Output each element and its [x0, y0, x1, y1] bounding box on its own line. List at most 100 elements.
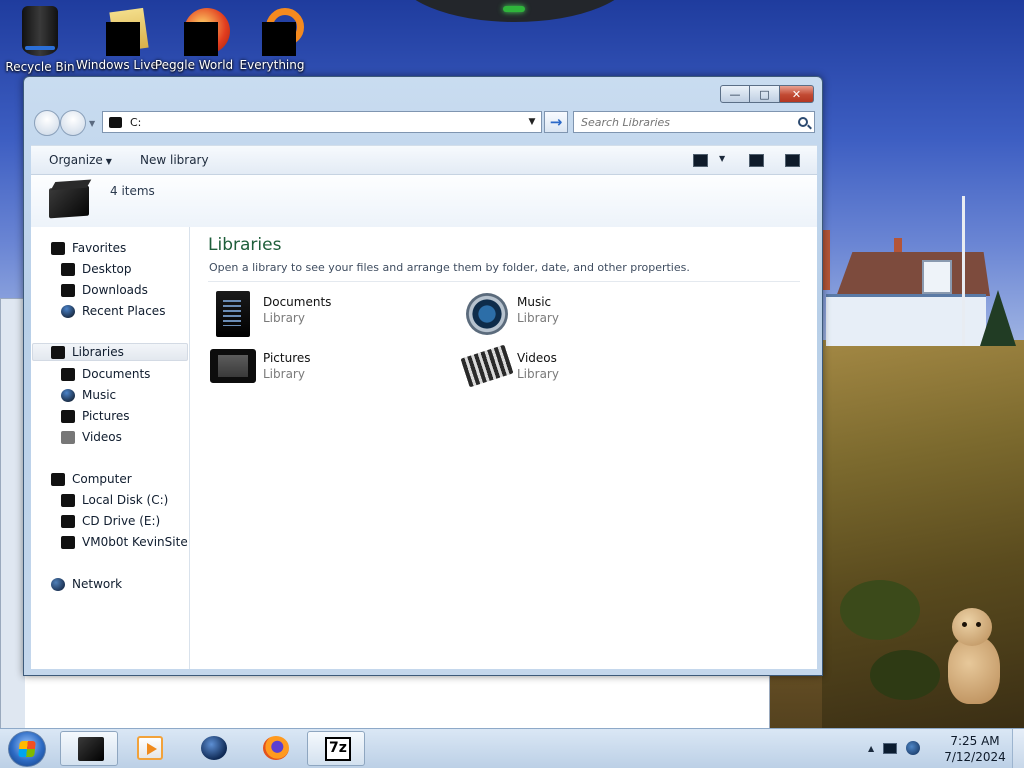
gopher-mascot — [940, 606, 1002, 706]
show-hidden-icons-arrow-icon[interactable]: ▲ — [868, 744, 874, 753]
command-bar: Organize ▼ New library ▼ — [31, 145, 817, 175]
music-library-icon — [464, 291, 508, 339]
details-header: 4 items — [31, 175, 817, 227]
explorer-icon — [78, 737, 104, 761]
windows-live-icon — [96, 6, 149, 56]
libraries-icon — [51, 345, 65, 359]
nav-downloads[interactable]: Downloads — [61, 281, 148, 299]
media-player-icon — [137, 736, 163, 760]
network-icon — [51, 577, 65, 591]
nav-libraries[interactable]: Libraries — [32, 343, 188, 361]
page-title: Libraries — [208, 235, 282, 255]
clock-time: 7:25 AM — [950, 734, 1000, 748]
documents-library-icon — [210, 291, 254, 339]
desktop-icon-peggle-world[interactable]: Peggle World — [154, 4, 234, 72]
new-library-button[interactable]: New library — [140, 153, 209, 167]
start-button[interactable] — [8, 731, 46, 767]
shrub — [840, 580, 920, 640]
library-item-pictures[interactable]: Pictures Library — [210, 347, 450, 397]
search-box[interactable] — [573, 111, 815, 133]
videos-library-icon — [460, 344, 514, 395]
window-controls: — □ ✕ — [720, 85, 814, 103]
change-view-icon[interactable] — [693, 154, 708, 167]
chevron-down-icon: ▼ — [105, 157, 112, 166]
taskbar-7zip[interactable]: 7z — [307, 731, 365, 766]
nav-computer[interactable]: Computer — [51, 470, 132, 488]
view-options-dropdown-icon[interactable]: ▼ — [719, 154, 725, 163]
forward-button[interactable] — [60, 110, 86, 136]
nav-local-disk[interactable]: Local Disk (C:) — [61, 491, 168, 509]
shrub — [870, 650, 940, 700]
divider — [208, 281, 800, 282]
network-drive-icon — [61, 535, 75, 549]
library-item-music[interactable]: Music Library — [464, 291, 704, 341]
videos-icon — [61, 430, 75, 444]
nav-music[interactable]: Music — [61, 386, 116, 404]
favorites-star-icon — [51, 241, 65, 255]
dock-indicator — [503, 6, 525, 12]
nav-cd-drive[interactable]: CD Drive (E:) — [61, 512, 160, 530]
nav-documents[interactable]: Documents — [61, 365, 150, 383]
nav-network[interactable]: Network — [51, 575, 122, 593]
desktop-icon-windows-live[interactable]: Windows Live — [76, 4, 158, 72]
content-pane: Libraries Open a library to see your fil… — [190, 227, 817, 669]
explorer-window: — □ ✕ ▼ C: ▼ → Organize▼ New library ▼ 4… — [23, 76, 823, 676]
nav-vm-site[interactable]: VM0b0t KevinSite — [61, 533, 188, 551]
show-desktop-button[interactable] — [1012, 729, 1024, 768]
recent-pages-dropdown-icon[interactable]: ▼ — [89, 119, 95, 128]
music-icon — [61, 388, 75, 402]
top-dock — [395, 0, 635, 22]
nav-desktop[interactable]: Desktop — [61, 260, 132, 278]
taskbar: 7z ▲ 7:25 AM 7/12/2024 — [0, 728, 1024, 768]
drive-icon — [109, 116, 122, 128]
pictures-icon — [61, 409, 75, 423]
maximize-button[interactable]: □ — [750, 85, 780, 103]
help-icon[interactable] — [785, 154, 800, 167]
back-button[interactable] — [34, 110, 60, 136]
desktop-icon-everything[interactable]: Everything — [232, 4, 312, 72]
search-icon[interactable] — [798, 117, 808, 127]
item-count: 4 items — [110, 184, 155, 198]
system-tray: ▲ — [868, 741, 921, 755]
nav-recent-places[interactable]: Recent Places — [61, 302, 165, 320]
taskbar-media-player[interactable] — [120, 731, 178, 766]
page-description: Open a library to see your files and arr… — [209, 261, 690, 274]
libraries-icon — [49, 181, 91, 219]
nav-videos[interactable]: Videos — [61, 428, 122, 446]
nav-favorites[interactable]: Favorites — [51, 239, 126, 257]
preview-pane-icon[interactable] — [749, 154, 764, 167]
local-disk-icon — [61, 493, 75, 507]
7zip-icon: 7z — [325, 737, 351, 761]
clock[interactable]: 7:25 AM 7/12/2024 — [942, 733, 1008, 765]
everything-icon — [252, 6, 304, 56]
go-arrow-button[interactable]: → — [544, 111, 568, 133]
taskbar-explorer[interactable] — [60, 731, 118, 766]
library-item-videos[interactable]: Videos Library — [460, 344, 704, 397]
organize-button[interactable]: Organize ▼ — [49, 153, 112, 167]
close-button[interactable]: ✕ — [780, 85, 814, 103]
clock-date: 7/12/2024 — [944, 750, 1006, 764]
firefox-icon — [263, 736, 289, 760]
peggle-icon — [174, 6, 230, 56]
recycle-bin-icon — [22, 6, 58, 56]
pictures-library-icon — [210, 347, 256, 395]
navigation-pane: Favorites Desktop Downloads Recent Place… — [31, 227, 190, 669]
taskbar-firefox[interactable] — [246, 731, 304, 766]
address-bar[interactable]: C: ▼ — [102, 111, 542, 133]
desktop-icon — [61, 262, 75, 276]
desktop-icon-recycle-bin[interactable]: Recycle Bin — [0, 4, 80, 74]
nav-pictures[interactable]: Pictures — [61, 407, 130, 425]
lighthouse-keeper-house — [822, 230, 992, 350]
address-text: C: — [130, 115, 142, 129]
network-status-icon[interactable] — [883, 742, 898, 754]
recent-places-icon — [61, 304, 75, 318]
address-dropdown-icon[interactable]: ▼ — [523, 117, 541, 127]
flag-pole — [962, 196, 965, 346]
navigation-bar: ▼ C: ▼ → — [32, 110, 816, 136]
cd-drive-icon — [61, 514, 75, 528]
library-item-documents[interactable]: Documents Library — [210, 291, 450, 341]
search-input[interactable] — [581, 115, 781, 129]
tray-app-icon[interactable] — [906, 741, 921, 755]
minimize-button[interactable]: — — [720, 85, 750, 103]
taskbar-browser[interactable] — [184, 731, 242, 766]
